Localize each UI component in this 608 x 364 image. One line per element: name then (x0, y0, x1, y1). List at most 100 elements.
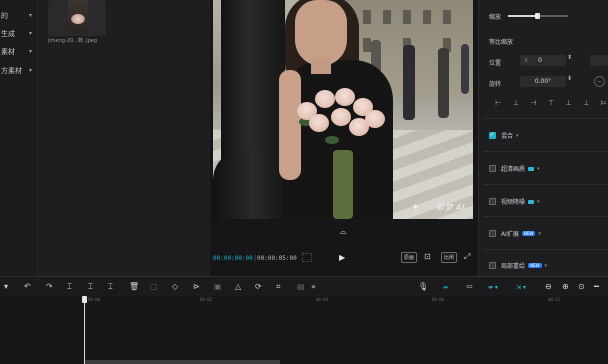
chevron-down-icon: ▾ (28, 12, 32, 19)
crop-icon[interactable]: ⌗ (276, 282, 281, 292)
rotation-input[interactable]: 0.00° (520, 76, 566, 87)
ai-expand-label-text: AI扩展 (501, 231, 519, 238)
chevron-down-icon: ▾ (28, 67, 32, 74)
rotation-label: 旋转 (489, 81, 502, 88)
position-x-input[interactable]: X 0 (520, 55, 566, 66)
timeline[interactable]: 00:00 00:02 00:04 00:06 00:12 (0, 296, 608, 364)
fit-screen-icon[interactable]: ⊡ (424, 252, 431, 261)
preview-player: ✦ 即梦 AI ⌓ 00:00:00:00 | 00:00:05:00 ▶ 原画… (210, 0, 478, 276)
main-track-magnet-toggle[interactable]: ⇹ (443, 282, 448, 292)
preview-axis-toggle[interactable]: ⇲ ▾ (516, 282, 526, 292)
gem-icon (528, 166, 535, 171)
chevron-down-icon[interactable]: ▾ (4, 282, 8, 292)
microphone-icon[interactable]: 🎙 (418, 282, 428, 292)
chevron-down-icon: ▾ (537, 198, 540, 205)
scale-slider-fill (508, 15, 538, 17)
media-library: jimeng-20...数..jpeg (40, 0, 210, 276)
undo-icon[interactable]: ↶ (24, 282, 31, 292)
ruler-label: 00:12 (548, 297, 561, 302)
side-nav-item-3[interactable]: 素材 ▾ (0, 45, 35, 58)
local-repaint-label: 局部重绘 NEW ▾ (501, 261, 548, 271)
chevron-down-icon: ▾ (28, 48, 32, 55)
rotate-icon[interactable]: ⟳ (255, 282, 262, 292)
ai-expand-checkbox[interactable] (489, 230, 496, 237)
crop-mask-icon[interactable]: ▣ (214, 282, 222, 292)
warning-icon[interactable]: △ (235, 282, 241, 292)
stepper-icon[interactable]: ⬍ (567, 75, 572, 82)
blend-label: 混合 ▾ (501, 131, 519, 141)
anchor-icon[interactable]: ⌓ (340, 227, 350, 236)
divider (483, 216, 608, 217)
play-button[interactable]: ▶ (339, 253, 345, 262)
watermark-text: 即梦 AI (436, 203, 465, 212)
current-timecode: 00:00:00:00 (213, 255, 253, 262)
scale-label: 缩放 (489, 14, 502, 21)
chevron-down-icon: ▾ (537, 165, 540, 172)
local-repaint-checkbox[interactable] (489, 262, 496, 269)
align-center-v-icon[interactable]: ⊥ (564, 99, 573, 108)
mirror-icon[interactable]: ⊳ (193, 282, 200, 292)
freeze-icon[interactable]: ▢ (150, 282, 158, 292)
local-repaint-label-text: 局部重绘 (501, 263, 526, 270)
ruler-label: 00:02 (200, 297, 213, 302)
rotate-reset-button[interactable]: − (594, 76, 605, 87)
player-controls: 00:00:00:00 | 00:00:05:00 ▶ 原画 ⊡ 比例 ⤢ (210, 240, 478, 276)
more-align-icon[interactable]: ⊨ (599, 99, 608, 108)
video-track-clip[interactable] (84, 360, 280, 364)
position-y-input[interactable] (590, 55, 608, 66)
align-left-icon[interactable]: ⊢ (494, 99, 503, 108)
original-quality-label: 原画 (404, 255, 415, 261)
link-icon[interactable]: ⇔ (466, 282, 473, 292)
timeline-toolbar: ▾ ↶ ↷ ⌶ ⌶ ⌶ 🗑 ▢ ◇ ⊳ ▣ △ ⟳ ⌗ ▤ » 🎙 ⇹ ⇔ ⇼ … (0, 276, 608, 296)
chevron-down-icon: ▾ (544, 262, 548, 269)
position-label: 位置 (489, 60, 502, 67)
original-quality-chip[interactable]: 原画 (401, 252, 418, 263)
gem-icon (528, 199, 535, 204)
side-nav-item-1[interactable]: 的 ▾ (0, 9, 35, 22)
side-nav-item-label: 的 (1, 11, 8, 20)
uniform-scale-label: 等比缩放 (489, 39, 514, 46)
asset-thumbnail (68, 0, 88, 34)
playhead-handle[interactable] (82, 296, 87, 303)
new-badge: NEW (528, 263, 542, 268)
subtitle-icon[interactable]: ▤ (297, 282, 305, 292)
preview-canvas[interactable]: ✦ 即梦 AI (213, 0, 473, 219)
super-resolution-checkbox[interactable] (489, 165, 496, 172)
video-denoise-checkbox[interactable] (489, 198, 496, 205)
zoom-slider[interactable]: ━ (594, 282, 599, 292)
align-bottom-icon[interactable]: ⊥ (582, 99, 591, 108)
align-center-h-icon[interactable]: ⊥ (512, 99, 521, 108)
alignment-toolbar: ⊢ ⊥ ⊣ ⊤ ⊥ ⊥ ⊨ (494, 99, 608, 111)
zoom-out-icon[interactable]: ⊖ (545, 282, 552, 292)
redo-icon[interactable]: ↷ (46, 282, 53, 292)
ai-expand-label: AI扩展 NEW ▾ (501, 229, 541, 239)
split-icon[interactable]: ⌶ (67, 282, 72, 292)
snap-toggle[interactable]: ⇼ ▾ (488, 282, 498, 292)
blend-checkbox[interactable] (489, 131, 496, 139)
scale-slider-handle[interactable] (535, 13, 540, 19)
split-right-icon[interactable]: ⌶ (108, 282, 113, 292)
new-badge: NEW (521, 231, 536, 236)
side-nav: 的 ▾ 生成 ▾ 素材 ▾ 方素材 ▾ (0, 0, 38, 276)
asset-filename: jimeng-20...数..jpeg (48, 38, 97, 44)
align-top-icon[interactable]: ⊤ (547, 99, 556, 108)
side-nav-item-4[interactable]: 方素材 ▾ (0, 64, 35, 77)
fullscreen-icon[interactable]: ⤢ (464, 252, 470, 262)
stepper-icon[interactable]: ⬍ (567, 54, 572, 61)
video-denoise-label: 视频降噪 ▾ (501, 197, 540, 207)
side-nav-item-2[interactable]: 生成 ▾ (0, 27, 35, 40)
more-tools-icon[interactable]: » (311, 282, 316, 292)
grid-icon[interactable] (302, 253, 312, 262)
ruler-label: 00:06 (432, 297, 445, 302)
align-right-icon[interactable]: ⊣ (529, 99, 538, 108)
fit-timeline-icon[interactable]: ⊙ (578, 282, 585, 292)
zoom-in-icon[interactable]: ⊕ (562, 282, 569, 292)
video-denoise-label-text: 视频降噪 (501, 199, 526, 206)
media-asset-card[interactable] (48, 0, 106, 36)
video-editor: 的 ▾ 生成 ▾ 素材 ▾ 方素材 ▾ jimeng-20...数..jpeg (0, 0, 608, 364)
ratio-chip[interactable]: 比例 (441, 252, 458, 263)
marker-icon[interactable]: ◇ (172, 282, 178, 292)
timeline-ruler[interactable]: 00:00 00:02 00:04 00:06 00:12 (84, 296, 608, 306)
delete-icon[interactable]: 🗑 (129, 282, 139, 292)
split-left-icon[interactable]: ⌶ (88, 282, 93, 292)
